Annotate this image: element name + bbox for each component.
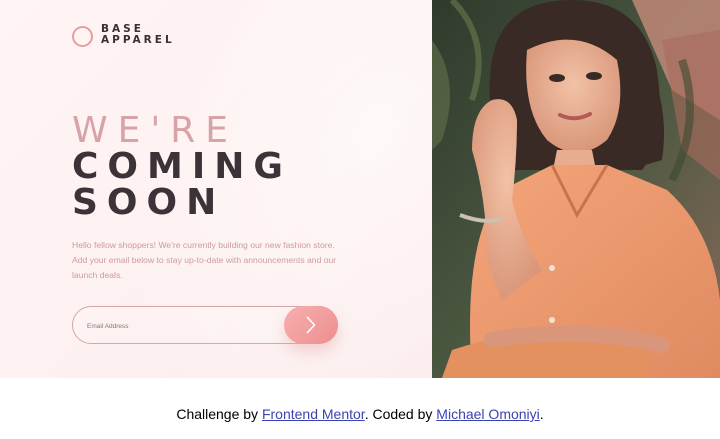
headline-dark-line-1: COMING — [72, 146, 292, 187]
hero-description: Hello fellow shoppers! We're currently b… — [72, 240, 337, 280]
hero-image — [432, 0, 720, 378]
headline-dark-line-2: SOON — [72, 182, 226, 223]
logo-text: BASE APPAREL — [101, 24, 175, 46]
headline-light: WE'RE — [72, 110, 238, 151]
left-panel: BASE APPAREL WE'RE COMING SOON Hello fel… — [0, 0, 432, 378]
footer-suffix: . — [539, 406, 544, 422]
email-input[interactable] — [87, 319, 267, 333]
chevron-right-icon — [306, 316, 316, 334]
page-headline: WE'RE COMING SOON — [72, 113, 292, 221]
woman-photo-illustration — [432, 0, 720, 378]
logo-ring-icon — [72, 25, 93, 47]
author-link[interactable]: Michael Omoniyi — [436, 406, 539, 422]
email-signup-form — [72, 306, 361, 375]
footer-attribution: Challenge by Frontend Mentor. Coded by M… — [0, 406, 720, 422]
submit-button[interactable] — [284, 306, 338, 344]
brand-logo[interactable]: BASE APPAREL — [72, 24, 175, 47]
frontend-mentor-link[interactable]: Frontend Mentor — [262, 406, 365, 422]
footer-middle: . Coded by — [364, 406, 437, 422]
footer-prefix: Challenge by — [176, 406, 262, 422]
logo-line-2: APPAREL — [101, 34, 175, 46]
